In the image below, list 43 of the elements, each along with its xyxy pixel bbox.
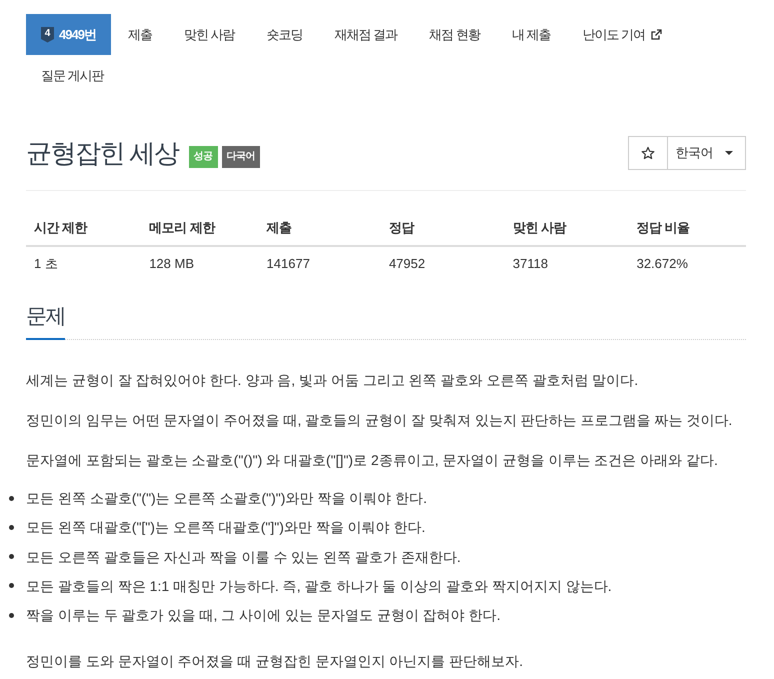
bullet-icon — [9, 583, 14, 588]
table-cell: 141677 — [258, 246, 381, 281]
column-header: 시간 제한 — [26, 211, 142, 246]
table-cell: 128 MB — [141, 246, 259, 281]
paragraph: 문자열에 포함되는 괄호는 소괄호("()") 와 대괄호("[]")로 2종류이고, 문자열이 균형을 이루는 조건은 아래와 같다. — [26, 451, 719, 470]
bullet-icon — [9, 496, 14, 500]
column-header: 메모리 제한 — [141, 211, 259, 246]
table-cell: 47952 — [380, 246, 505, 281]
column-header: 정답 비율 — [628, 211, 746, 246]
nav-tab[interactable]: 내 제출 — [496, 14, 566, 55]
status-label: 성공 — [188, 146, 218, 168]
column-header: 맞힌 사람 — [504, 211, 629, 246]
bullet-icon — [9, 612, 14, 618]
paragraph: 정민이를 도와 문자열이 주어졌을 때 균형잡힌 문자열인지 아닌지를 판단해보자. — [26, 652, 524, 672]
nav-tab[interactable]: 재채점 결과 — [320, 14, 412, 55]
list-item-text: 모든 오른쪽 괄호들은 자신과 짝을 이룰 수 있는 왼쪽 괄호가 존재한다. — [26, 548, 461, 567]
nav-tab[interactable]: 제출 — [112, 14, 167, 55]
nav-tab[interactable]: 4 4949번 — [26, 14, 111, 55]
list-item-text: 모든 왼쪽 대괄호("[")는 오른쪽 대괄호("]")와만 짝을 이뤄야 한다. — [26, 518, 426, 538]
nav-tab[interactable]: 질문 게시판 — [26, 55, 119, 96]
nav-tab[interactable]: 숏코딩 — [252, 14, 318, 55]
tier-badge: 4 — [41, 26, 54, 42]
nav-tab[interactable]: 맞힌 사람 — [168, 14, 250, 55]
paragraph: 정민이의 임무는 어떤 문자열이 주어졌을 때, 괄호들의 균형이 잘 맞춰져 있는지 판단하는 프로그램을 짜는 것이다. — [26, 411, 734, 430]
nav-tab[interactable]: 난이도 기여 — [567, 14, 678, 55]
problem-title: 균형잡힌 세상 — [26, 137, 179, 170]
column-header: 제출 — [258, 211, 381, 246]
list-item-text: 짝을 이루는 두 괄호가 있을 때, 그 사이에 있는 문자열도 균형이 잡혀야 한다. — [26, 606, 500, 626]
section-heading: 문제 — [26, 302, 65, 340]
table-cell: 32.672% — [628, 246, 746, 281]
list-item-text: 모든 왼쪽 소괄호("(")는 오른쪽 소괄호(")")와만 짝을 이뤄야 한다. — [26, 489, 427, 508]
status-label: 다국어 — [222, 146, 260, 168]
table-cell: 1 초 — [26, 246, 142, 281]
nav-tab[interactable]: 채점 현황 — [414, 14, 495, 55]
bullet-icon — [9, 524, 14, 530]
paragraph: 세계는 균형이 잘 잡혀있어야 한다. 양과 음, 빛과 어둠 그리고 왼쪽 괄호와 오른쪽 괄호처럼 말이다. — [26, 371, 640, 390]
column-header: 정답 — [380, 211, 505, 246]
language-dropdown[interactable]: 한국어 — [668, 136, 746, 170]
list-item-text: 모든 괄호들의 짝은 1:1 매칭만 가능하다. 즉, 괄호 하나가 둘 이상의 괄호와 짝지어지지 않는다. — [26, 576, 612, 596]
bullet-icon — [9, 554, 14, 560]
favorite-button[interactable] — [628, 136, 668, 170]
caret-icon — [725, 151, 733, 155]
table-cell: 37118 — [504, 246, 629, 281]
